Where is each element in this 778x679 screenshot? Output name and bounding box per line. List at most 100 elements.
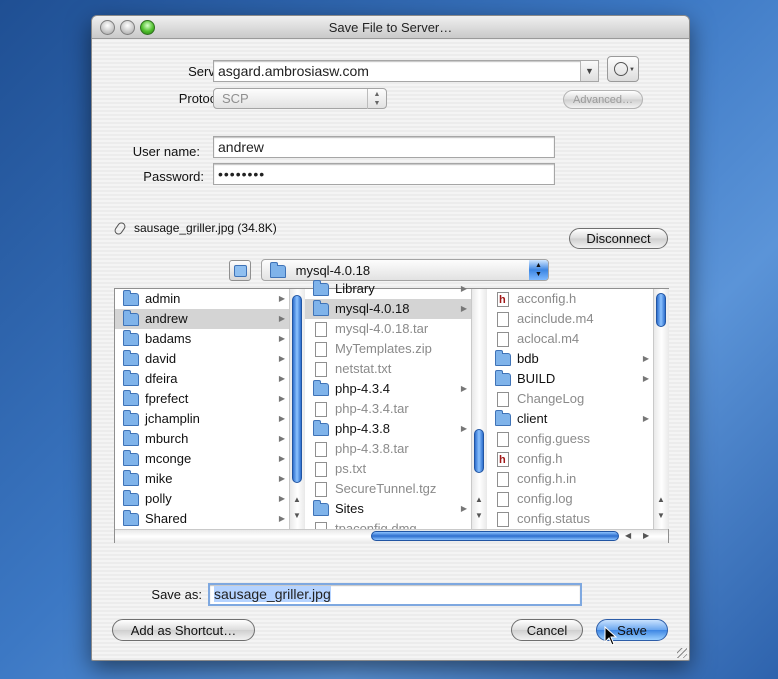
document-icon — [315, 402, 327, 418]
scroll-down-icon[interactable]: ▼ — [293, 511, 301, 520]
disclosure-arrow-icon: ▶ — [460, 284, 467, 293]
history-clock-button[interactable]: ▼ — [607, 56, 639, 82]
browser-item-label: admin — [145, 291, 181, 306]
browser-item-label: acinclude.m4 — [517, 311, 594, 326]
browser-item[interactable]: Sites ▶ — [305, 499, 471, 519]
header-file-icon — [497, 290, 509, 310]
new-folder-button[interactable] — [229, 260, 251, 281]
disclosure-arrow-icon: ▶ — [278, 314, 285, 323]
disclosure-arrow-icon: ▶ — [278, 514, 285, 523]
column-2-scrollbar[interactable]: ▲ ▼ — [471, 289, 487, 529]
browser-item[interactable]: tpaconfig.dmg — [305, 519, 471, 529]
browser-item[interactable]: bdb ▶ — [487, 349, 653, 369]
browser-item[interactable]: jchamplin ▶ — [115, 409, 289, 429]
browser-item[interactable]: config.status — [487, 509, 653, 529]
browser-item[interactable]: MyTemplates.zip — [305, 339, 471, 359]
browser-item-label: tpaconfig.dmg — [335, 521, 417, 529]
scrollbar-thumb[interactable] — [474, 429, 484, 473]
disconnect-button[interactable]: Disconnect — [569, 228, 668, 249]
browser-item-label: fprefect — [145, 391, 189, 406]
browser-item[interactable]: mconge ▶ — [115, 449, 289, 469]
browser-item[interactable]: admin ▶ — [115, 289, 289, 309]
title-bar[interactable]: Save File to Server… — [92, 16, 689, 39]
advanced-button[interactable]: Advanced… — [563, 90, 643, 109]
folder-icon — [270, 262, 286, 279]
browser-item[interactable]: php-4.3.4 ▶ — [305, 379, 471, 399]
server-dropdown-arrow-icon[interactable]: ▼ — [580, 61, 598, 81]
browser-item[interactable]: andrew ▶ — [115, 309, 289, 329]
browser-column-2[interactable]: Library ▶ mysql-4.0.18 ▶ mysql-4.0.18.tar MyT… — [305, 279, 471, 529]
document-icon — [315, 462, 327, 478]
browser-item[interactable]: php-4.3.4.tar — [305, 399, 471, 419]
browser-item[interactable]: mysql-4.0.18.tar — [305, 319, 471, 339]
browser-column-3[interactable]: acconfig.hacinclude.m4 aclocal.m4 bdb▶BUIL… — [487, 289, 653, 529]
document-icon — [497, 392, 509, 408]
save-as-input[interactable]: sausage_griller.jpg — [208, 583, 582, 606]
scroll-down-icon[interactable]: ▼ — [475, 511, 483, 520]
scrollbar-thumb[interactable] — [292, 295, 302, 483]
browser-item[interactable]: Shared ▶ — [115, 509, 289, 529]
browser-item[interactable]: mysql-4.0.18 ▶ — [305, 299, 471, 319]
browser-column-1[interactable]: admin ▶ andrew ▶ badams ▶ david ▶ dfeira ▶ fprefec… — [115, 289, 289, 529]
horizontal-scrollbar[interactable]: ◀ ▶ — [115, 529, 668, 543]
browser-item[interactable]: BUILD ▶ — [487, 369, 653, 389]
resize-grip-icon[interactable] — [677, 648, 687, 658]
disclosure-arrow-icon: ▶ — [460, 424, 467, 433]
column-1-scrollbar[interactable]: ▲ ▼ — [289, 289, 305, 529]
browser-item[interactable]: mike ▶ — [115, 469, 289, 489]
browser-item[interactable]: config.h.in — [487, 469, 653, 489]
browser-item[interactable]: acconfig.h — [487, 289, 653, 310]
browser-item[interactable]: client ▶ — [487, 409, 653, 429]
browser-item[interactable]: badams ▶ — [115, 329, 289, 349]
horizontal-scrollbar-thumb[interactable] — [371, 531, 619, 541]
column-3-scrollbar[interactable]: ▲ ▼ — [653, 289, 669, 529]
browser-item[interactable]: fprefect ▶ — [115, 389, 289, 409]
browser-item[interactable]: polly ▶ — [115, 489, 289, 509]
browser-item[interactable]: SecureTunnel.tgz — [305, 479, 471, 499]
scroll-left-icon[interactable]: ◀ — [625, 531, 631, 540]
server-combobox[interactable]: asgard.ambrosiasw.com ▼ — [213, 60, 599, 82]
window-title: Save File to Server… — [328, 20, 453, 35]
clock-icon — [614, 62, 628, 76]
disclosure-arrow-icon: ▶ — [460, 504, 467, 513]
browser-item[interactable]: david ▶ — [115, 349, 289, 369]
browser-item[interactable]: php-4.3.8.tar — [305, 439, 471, 459]
browser-item-label: config.guess — [517, 431, 590, 446]
browser-item[interactable]: aclocal.m4 — [487, 329, 653, 349]
browser-item[interactable]: config.h — [487, 449, 653, 470]
protocol-popup[interactable]: SCP ▲ ▼ — [213, 88, 387, 109]
username-label: User name: — [132, 144, 200, 159]
browser-item-label: polly — [145, 491, 172, 506]
browser-item[interactable]: php-4.3.8 ▶ — [305, 419, 471, 439]
scroll-up-icon[interactable]: ▲ — [475, 495, 483, 504]
cancel-button[interactable]: Cancel — [511, 619, 583, 641]
folder-icon — [123, 390, 139, 407]
browser-item[interactable]: config.log — [487, 489, 653, 509]
add-as-shortcut-button[interactable]: Add as Shortcut… — [112, 619, 255, 641]
username-input[interactable]: andrew — [213, 136, 555, 158]
scroll-down-icon[interactable]: ▼ — [657, 511, 665, 520]
folder-icon — [123, 410, 139, 427]
scroll-up-icon[interactable]: ▲ — [293, 495, 301, 504]
browser-item[interactable]: Library ▶ — [305, 279, 471, 299]
browser-item[interactable]: netstat.txt — [305, 359, 471, 379]
browser-item-label: aclocal.m4 — [517, 331, 580, 346]
small-dropdown-arrow-icon: ▼ — [629, 67, 635, 73]
browser-item[interactable]: acinclude.m4 — [487, 309, 653, 329]
folder-icon — [123, 370, 139, 387]
browser-item[interactable]: config.guess — [487, 429, 653, 449]
browser-item[interactable]: ps.txt — [305, 459, 471, 479]
browser-item[interactable]: ChangeLog — [487, 389, 653, 409]
scroll-up-icon[interactable]: ▲ — [657, 495, 665, 504]
browser-item[interactable]: dfeira ▶ — [115, 369, 289, 389]
document-icon — [315, 322, 327, 338]
password-input[interactable]: •••••••• — [213, 163, 555, 185]
scrollbar-thumb[interactable] — [656, 293, 666, 327]
document-icon — [497, 512, 509, 528]
browser-item[interactable]: mburch ▶ — [115, 429, 289, 449]
browser-item-label: bdb — [517, 351, 539, 366]
document-icon — [497, 472, 509, 488]
file-browser[interactable]: admin ▶ andrew ▶ badams ▶ david ▶ dfeira ▶ fprefec… — [114, 280, 669, 543]
path-popup[interactable]: mysql-4.0.18 ▲ ▼ — [261, 259, 549, 281]
scroll-right-icon[interactable]: ▶ — [643, 531, 649, 540]
